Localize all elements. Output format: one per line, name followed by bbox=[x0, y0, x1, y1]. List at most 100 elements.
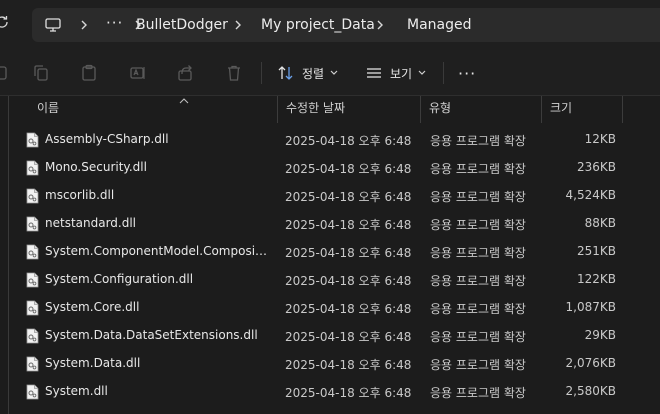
refresh-icon[interactable] bbox=[0, 14, 10, 30]
sort-button[interactable]: 정렬 bbox=[277, 62, 345, 84]
column-divider[interactable] bbox=[622, 96, 623, 123]
file-date-modified: 2025-04-18 오후 6:48 bbox=[285, 386, 412, 400]
file-type: 응용 프로그램 확장 bbox=[430, 302, 526, 316]
file-date-modified: 2025-04-18 오후 6:48 bbox=[285, 218, 412, 232]
file-type: 응용 프로그램 확장 bbox=[430, 218, 526, 232]
toolbar-divider bbox=[261, 62, 262, 84]
file-type: 응용 프로그램 확장 bbox=[430, 274, 526, 288]
view-label: 보기 bbox=[390, 66, 413, 81]
sort-icon bbox=[278, 66, 293, 80]
column-size-label: 크기 bbox=[550, 101, 573, 115]
file-row[interactable]: System.ComponentModel.Composition.... 20… bbox=[0, 238, 660, 266]
breadcrumb-managed[interactable]: Managed bbox=[407, 17, 472, 33]
file-type: 응용 프로그램 확장 bbox=[430, 246, 526, 260]
file-date-modified: 2025-04-18 오후 6:48 bbox=[285, 358, 412, 372]
file-size: 251KB bbox=[576, 244, 616, 258]
file-name[interactable]: System.Data.dll bbox=[45, 356, 271, 370]
dll-file-icon bbox=[26, 160, 39, 176]
file-row[interactable]: System.Configuration.dll 2025-04-18 오후 6… bbox=[0, 266, 660, 294]
file-list: Assembly-CSharp.dll 2025-04-18 오후 6:48 응… bbox=[0, 126, 660, 406]
file-date-modified: 2025-04-18 오후 6:48 bbox=[285, 302, 412, 316]
file-row[interactable]: Mono.Security.dll 2025-04-18 오후 6:48 응용 … bbox=[0, 154, 660, 182]
dll-file-icon bbox=[26, 384, 39, 400]
chevron-right-icon[interactable] bbox=[374, 17, 386, 33]
column-name-label: 이름 bbox=[37, 101, 60, 115]
view-icon bbox=[367, 68, 381, 78]
column-header-name[interactable]: 이름 bbox=[29, 96, 277, 123]
share-icon[interactable] bbox=[177, 64, 195, 82]
file-name[interactable]: System.ComponentModel.Composition.... bbox=[45, 244, 271, 258]
rename-icon[interactable] bbox=[129, 64, 147, 82]
sort-label: 정렬 bbox=[302, 66, 325, 81]
dll-file-icon bbox=[26, 188, 39, 204]
file-type: 응용 프로그램 확장 bbox=[430, 162, 526, 176]
file-row[interactable]: System.Data.dll 2025-04-18 오후 6:48 응용 프로… bbox=[0, 350, 660, 378]
toolbar-divider bbox=[443, 62, 444, 84]
dll-file-icon bbox=[26, 272, 39, 288]
address-bar-area: ··· BulletDodger My project_Data Managed bbox=[0, 0, 660, 50]
dll-file-icon bbox=[26, 132, 39, 148]
file-date-modified: 2025-04-18 오후 6:48 bbox=[285, 330, 412, 344]
chevron-right-icon[interactable] bbox=[78, 17, 90, 33]
column-type-label: 유형 bbox=[429, 101, 452, 115]
file-name[interactable]: Mono.Security.dll bbox=[45, 160, 271, 174]
breadcrumb-project-data[interactable]: My project_Data bbox=[261, 17, 375, 33]
file-date-modified: 2025-04-18 오후 6:48 bbox=[285, 134, 412, 148]
file-size: 4,524KB bbox=[565, 188, 616, 202]
command-bar: 정렬 보기 ··· bbox=[0, 50, 660, 96]
file-size: 12KB bbox=[584, 132, 616, 146]
file-row[interactable]: mscorlib.dll 2025-04-18 오후 6:48 응용 프로그램 … bbox=[0, 182, 660, 210]
column-header-size[interactable]: 크기 bbox=[542, 96, 622, 123]
chevron-right-icon[interactable] bbox=[232, 17, 244, 33]
file-name[interactable]: System.Core.dll bbox=[45, 300, 271, 314]
view-button[interactable]: 보기 bbox=[365, 62, 433, 84]
file-size: 2,076KB bbox=[565, 356, 616, 370]
file-date-modified: 2025-04-18 오후 6:48 bbox=[285, 190, 412, 204]
file-type: 응용 프로그램 확장 bbox=[430, 190, 526, 204]
file-size: 29KB bbox=[584, 328, 616, 342]
column-header-type[interactable]: 유형 bbox=[421, 96, 541, 123]
file-size: 88KB bbox=[584, 216, 616, 230]
chevron-down-icon bbox=[418, 70, 426, 75]
file-row[interactable]: netstandard.dll 2025-04-18 오후 6:48 응용 프로… bbox=[0, 210, 660, 238]
file-type: 응용 프로그램 확장 bbox=[430, 386, 526, 400]
file-size: 2,580KB bbox=[565, 384, 616, 398]
file-date-modified: 2025-04-18 오후 6:48 bbox=[285, 162, 412, 176]
column-header-date[interactable]: 수정한 날짜 bbox=[278, 96, 420, 123]
file-type: 응용 프로그램 확장 bbox=[430, 134, 526, 148]
address-box[interactable]: ··· BulletDodger My project_Data Managed bbox=[32, 8, 660, 42]
file-date-modified: 2025-04-18 오후 6:48 bbox=[285, 246, 412, 260]
file-size: 1,087KB bbox=[565, 300, 616, 314]
breadcrumb-bulletdodger[interactable]: BulletDodger bbox=[136, 17, 228, 33]
dll-file-icon bbox=[26, 216, 39, 232]
computer-icon[interactable] bbox=[44, 16, 62, 34]
dll-file-icon bbox=[26, 356, 39, 372]
file-name[interactable]: System.Data.DataSetExtensions.dll bbox=[45, 328, 271, 342]
column-date-label: 수정한 날짜 bbox=[286, 101, 346, 115]
file-name[interactable]: System.dll bbox=[45, 384, 271, 398]
more-icon: ··· bbox=[458, 63, 477, 83]
new-icon[interactable] bbox=[0, 64, 9, 82]
file-row[interactable]: System.Core.dll 2025-04-18 오후 6:48 응용 프로… bbox=[0, 294, 660, 322]
dll-file-icon bbox=[26, 300, 39, 316]
more-options-button[interactable]: ··· bbox=[458, 62, 476, 84]
file-type: 응용 프로그램 확장 bbox=[430, 358, 526, 372]
file-name[interactable]: netstandard.dll bbox=[45, 216, 271, 230]
file-date-modified: 2025-04-18 오후 6:48 bbox=[285, 274, 412, 288]
file-row[interactable]: System.dll 2025-04-18 오후 6:48 응용 프로그램 확장… bbox=[0, 378, 660, 406]
file-row[interactable]: System.Data.DataSetExtensions.dll 2025-0… bbox=[0, 322, 660, 350]
file-name[interactable]: mscorlib.dll bbox=[45, 188, 271, 202]
sort-ascending-icon bbox=[179, 98, 189, 104]
file-name[interactable]: System.Configuration.dll bbox=[45, 272, 271, 286]
file-size: 236KB bbox=[576, 160, 616, 174]
paste-icon[interactable] bbox=[80, 64, 98, 82]
delete-icon[interactable] bbox=[225, 64, 243, 82]
file-name[interactable]: Assembly-CSharp.dll bbox=[45, 132, 271, 146]
file-row[interactable]: Assembly-CSharp.dll 2025-04-18 오후 6:48 응… bbox=[0, 126, 660, 154]
chevron-down-icon bbox=[330, 70, 338, 75]
file-type: 응용 프로그램 확장 bbox=[430, 330, 526, 344]
copy-icon[interactable] bbox=[32, 64, 50, 82]
dll-file-icon bbox=[26, 244, 39, 260]
breadcrumb-overflow[interactable]: ··· bbox=[106, 14, 123, 32]
column-header: 이름 수정한 날짜 유형 크기 bbox=[0, 96, 660, 123]
